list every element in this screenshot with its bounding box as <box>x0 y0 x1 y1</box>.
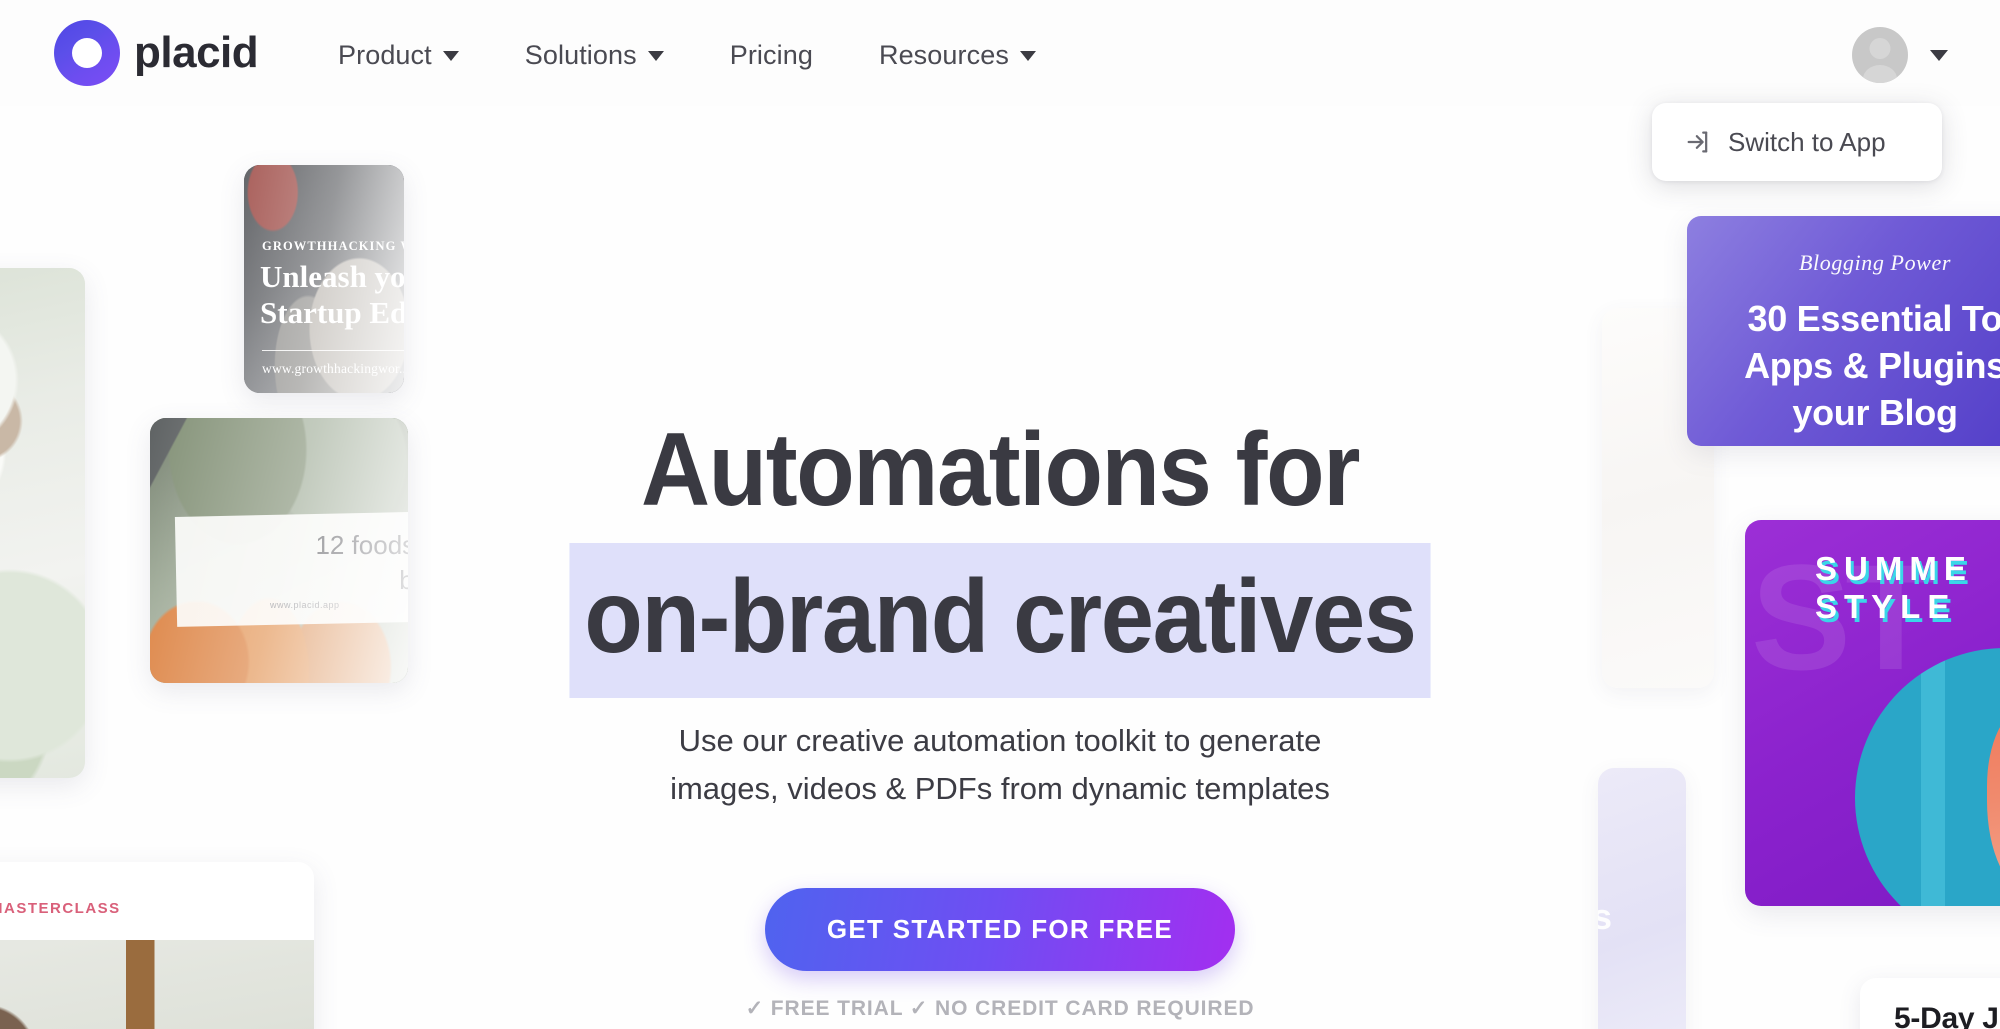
hero-heading-line2-wrap: on-brand creatives <box>80 537 1920 699</box>
chevron-down-icon <box>647 50 664 61</box>
nav-item-resources-label: Resources <box>878 40 1009 70</box>
get-started-button[interactable]: GET STARTED FOR FREE <box>764 888 1236 971</box>
switch-to-app-label: Switch to App <box>1728 126 1886 157</box>
brand-logo-link[interactable]: placid <box>54 20 259 86</box>
blogging-title-line2: Apps & Plugins <box>1744 344 2000 386</box>
page-title: Automations for on-brand creatives <box>80 404 1920 699</box>
nav-item-product-label: Product <box>338 40 432 70</box>
blogging-script-label: Blogging Power <box>1798 250 1951 275</box>
account-menu-trigger[interactable] <box>1852 27 1948 83</box>
growth-card-kicker: GROWTHHACKING WORKSH <box>262 239 404 253</box>
chevron-down-icon[interactable] <box>1930 49 1948 61</box>
page-root: ale GROWTHHACKING WORKSH Unleash yo Star… <box>0 0 2000 1029</box>
chevron-down-icon <box>442 50 459 61</box>
placid-ring-logo-icon <box>54 20 120 86</box>
growth-divider <box>262 349 404 351</box>
blogging-title-line1: 30 Essential To <box>1747 298 2000 339</box>
nav-item-solutions-label: Solutions <box>524 40 637 70</box>
switch-to-app-menu-item[interactable]: Switch to App <box>1652 103 1942 181</box>
hero-heading-line2: on-brand creatives <box>569 543 1431 699</box>
nav-item-solutions[interactable]: Solutions <box>525 40 664 71</box>
nav-item-product[interactable]: Product <box>338 40 459 71</box>
site-header: placid Product Solutions Pricing Resourc… <box>0 0 2000 106</box>
trial-note: ✓ FREE TRIAL ✓ NO CREDIT CARD REQUIRED <box>745 997 1255 1020</box>
template-card-growthhacking[interactable]: GROWTHHACKING WORKSH Unleash yo Startup … <box>244 165 404 393</box>
nav-item-pricing-label: Pricing <box>729 40 813 70</box>
switch-app-icon <box>1687 131 1708 153</box>
cta-container: GET STARTED FOR FREE <box>0 888 2000 971</box>
hero-subtitle-line2: images, videos & PDFs from dynamic templ… <box>670 771 1330 807</box>
nav-item-pricing[interactable]: Pricing <box>730 40 813 71</box>
nav-item-resources[interactable]: Resources <box>879 40 1036 71</box>
hero-subtitle-line1: Use our creative automation toolkit to g… <box>678 723 1322 758</box>
growth-title-line2: Startup Ed <box>260 294 404 330</box>
growth-card-url: www.growthhackingwor... <box>262 361 404 376</box>
user-avatar-icon[interactable] <box>1852 27 1908 83</box>
main-navigation: Product Solutions Pricing Resources <box>338 40 1036 71</box>
template-card-wedding[interactable]: ale <box>0 268 85 778</box>
wedding-photo <box>0 268 85 778</box>
hero-subtitle: Use our creative automation toolkit to g… <box>0 717 2000 813</box>
chevron-down-icon <box>1019 50 1036 61</box>
growth-title-line1: Unleash yo <box>260 259 404 294</box>
growth-card-title: Unleash yo Startup Ed <box>260 259 404 331</box>
hero-heading-line1: Automations for <box>640 412 1360 528</box>
brand-name: placid <box>134 28 259 77</box>
